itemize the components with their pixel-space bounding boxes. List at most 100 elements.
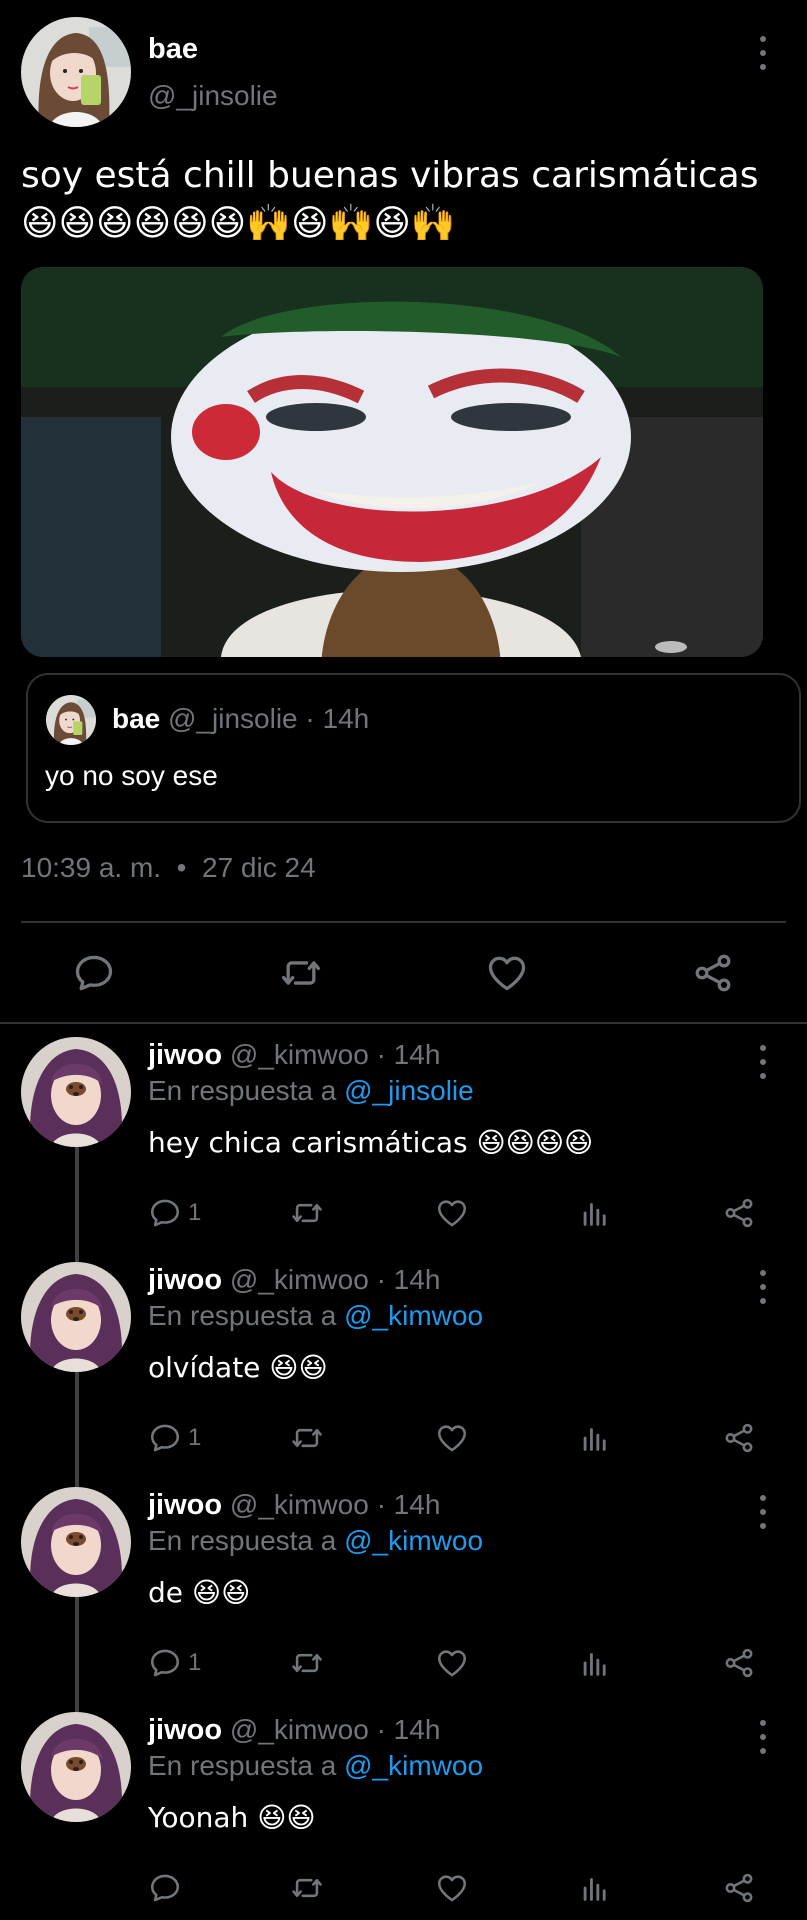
views-icon <box>578 1871 612 1905</box>
reply-to-mention[interactable]: @_kimwoo <box>344 1750 483 1781</box>
author-name[interactable]: jiwoo <box>148 1039 222 1071</box>
tweet-image[interactable] <box>21 267 763 657</box>
thread-line <box>75 1372 79 1473</box>
reply-to-prefix: En respuesta a <box>148 1300 345 1331</box>
share-icon <box>691 951 735 995</box>
avatar[interactable] <box>21 1262 131 1372</box>
views-button[interactable] <box>578 1643 612 1683</box>
more-icon[interactable] <box>757 1270 769 1304</box>
more-icon[interactable] <box>757 1045 769 1079</box>
reply-button[interactable] <box>70 949 118 997</box>
reply-to-mention[interactable]: @_jinsolie <box>344 1075 474 1106</box>
retweet-button[interactable] <box>290 1418 324 1458</box>
views-icon <box>578 1646 612 1680</box>
reply-count: 1 <box>188 1199 202 1226</box>
thread-line <box>75 1147 79 1248</box>
reply-header: jiwoo @_kimwoo · 14h <box>148 1039 440 1072</box>
retweet-icon <box>290 1871 324 1905</box>
tweet-text: Yoonah 😆😆 <box>148 1801 316 1834</box>
quote-header: bae @_jinsolie · 14h <box>112 703 369 735</box>
retweet-icon <box>290 1421 324 1455</box>
avatar[interactable] <box>21 1037 131 1147</box>
author-name[interactable]: jiwoo <box>148 1264 222 1296</box>
reply-header: jiwoo @_kimwoo · 14h <box>148 1489 440 1522</box>
author-handle[interactable]: @_jinsolie <box>148 80 278 112</box>
author-name[interactable]: bae <box>148 33 198 66</box>
like-button[interactable] <box>435 1643 469 1683</box>
main-tweet: bae @_jinsolie soy está chill buenas vib… <box>0 0 807 1024</box>
share-button[interactable] <box>722 1193 756 1233</box>
share-button[interactable] <box>722 1418 756 1458</box>
retweet-button[interactable] <box>290 1643 324 1683</box>
reply-to-mention[interactable]: @_kimwoo <box>344 1525 483 1556</box>
reply-to-mention[interactable]: @_kimwoo <box>344 1300 483 1331</box>
tweet-text: hey chica carismáticas 😆😆😆😆 <box>148 1126 594 1159</box>
reply-button[interactable]: 1 <box>148 1643 201 1683</box>
retweet-icon <box>290 1196 324 1230</box>
retweet-button[interactable] <box>290 1868 324 1908</box>
reply-icon <box>72 951 116 995</box>
quote-author-name: bae <box>112 703 161 734</box>
avatar[interactable] <box>21 1487 131 1597</box>
reply-button[interactable] <box>148 1868 188 1908</box>
avatar[interactable] <box>21 1712 131 1822</box>
heart-icon <box>485 951 529 995</box>
views-icon <box>578 1421 612 1455</box>
reply-tweet[interactable]: jiwoo @_kimwoo · 14h En respuesta a @_ki… <box>0 1248 807 1473</box>
reply-to-line: En respuesta a @_kimwoo <box>148 1750 483 1782</box>
reply-count: 1 <box>188 1649 202 1676</box>
reply-icon <box>148 1646 182 1680</box>
quote-author-meta: @_jinsolie · 14h <box>168 703 370 734</box>
tweet-text: de 😆😆 <box>148 1576 251 1609</box>
author-meta: @_kimwoo · 14h <box>229 1714 441 1745</box>
reply-to-line: En respuesta a @_kimwoo <box>148 1300 483 1332</box>
reply-icon <box>148 1871 182 1905</box>
retweet-button[interactable] <box>290 1193 324 1233</box>
share-button[interactable] <box>722 1868 756 1908</box>
tweet-text: soy está chill buenas vibras carismática… <box>21 155 759 244</box>
heart-icon <box>435 1871 469 1905</box>
quote-text: yo no soy ese <box>45 760 218 791</box>
thread-line <box>75 1597 79 1698</box>
views-button[interactable] <box>578 1418 612 1458</box>
reply-to-prefix: En respuesta a <box>148 1750 345 1781</box>
like-button[interactable] <box>435 1418 469 1458</box>
author-meta: @_kimwoo · 14h <box>229 1489 441 1520</box>
share-button[interactable] <box>689 949 737 997</box>
share-button[interactable] <box>722 1643 756 1683</box>
views-button[interactable] <box>578 1193 612 1233</box>
heart-icon <box>435 1421 469 1455</box>
reply-to-prefix: En respuesta a <box>148 1525 345 1556</box>
retweet-button[interactable] <box>277 949 325 997</box>
reply-tweet[interactable]: jiwoo @_kimwoo · 14h En respuesta a @_ki… <box>0 1698 807 1920</box>
retweet-icon <box>279 951 323 995</box>
reply-icon <box>148 1421 182 1455</box>
reply-tweet[interactable]: jiwoo @_kimwoo · 14h En respuesta a @_ji… <box>0 1023 807 1248</box>
thread-line <box>75 1473 79 1487</box>
divider <box>21 921 786 923</box>
thread-line <box>75 1698 79 1712</box>
more-icon[interactable] <box>757 1720 769 1754</box>
reply-button[interactable]: 1 <box>148 1193 201 1233</box>
share-icon <box>722 1196 756 1230</box>
more-icon[interactable] <box>757 36 769 70</box>
reply-header: jiwoo @_kimwoo · 14h <box>148 1264 440 1297</box>
tweet-timestamp[interactable]: 10:39 a. m. • 27 dic 24 <box>21 852 316 884</box>
reply-button[interactable]: 1 <box>148 1418 201 1458</box>
reply-tweet[interactable]: jiwoo @_kimwoo · 14h En respuesta a @_ki… <box>0 1473 807 1698</box>
views-icon <box>578 1196 612 1230</box>
avatar[interactable] <box>21 17 131 127</box>
reply-header: jiwoo @_kimwoo · 14h <box>148 1714 440 1747</box>
author-meta: @_kimwoo · 14h <box>229 1039 441 1070</box>
more-icon[interactable] <box>757 1495 769 1529</box>
views-button[interactable] <box>578 1868 612 1908</box>
author-name[interactable]: jiwoo <box>148 1489 222 1521</box>
heart-icon <box>435 1196 469 1230</box>
author-name[interactable]: jiwoo <box>148 1714 222 1746</box>
like-button[interactable] <box>435 1193 469 1233</box>
reply-to-line: En respuesta a @_kimwoo <box>148 1525 483 1557</box>
quoted-tweet[interactable]: bae @_jinsolie · 14h yo no soy ese <box>26 673 801 823</box>
reply-to-prefix: En respuesta a <box>148 1075 345 1106</box>
like-button[interactable] <box>435 1868 469 1908</box>
like-button[interactable] <box>483 949 531 997</box>
